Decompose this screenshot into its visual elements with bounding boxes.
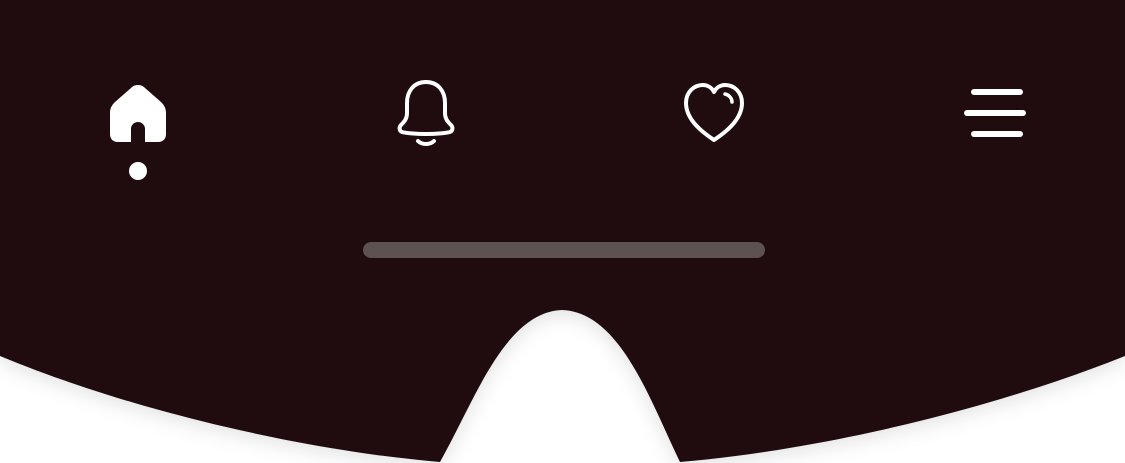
active-indicator-dot bbox=[129, 162, 147, 180]
nav-item-favorites[interactable] bbox=[669, 68, 759, 158]
nav-item-menu[interactable] bbox=[950, 68, 1040, 158]
bottom-navigation-bar bbox=[0, 0, 1125, 463]
bell-icon bbox=[397, 80, 455, 146]
home-icon bbox=[110, 85, 166, 142]
nav-item-home[interactable] bbox=[93, 68, 183, 158]
heart-icon bbox=[684, 83, 744, 142]
home-indicator-bar[interactable] bbox=[363, 242, 765, 258]
nav-item-notifications[interactable] bbox=[381, 68, 471, 158]
menu-icon bbox=[964, 89, 1026, 137]
